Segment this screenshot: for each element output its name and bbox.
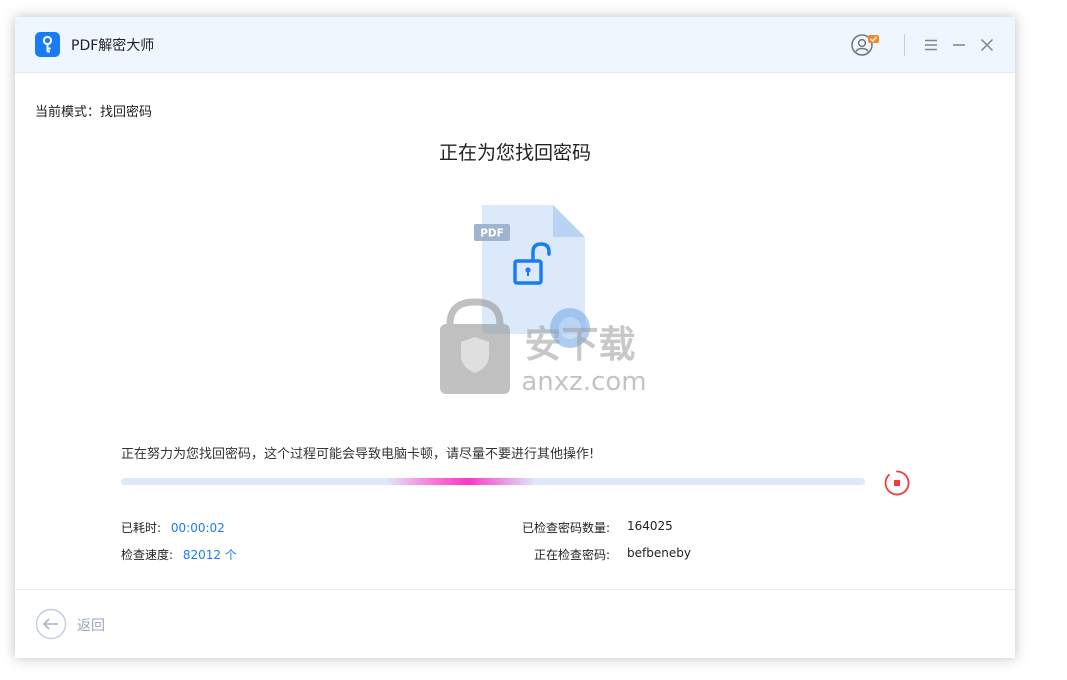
app-window: PDF解密大师 当前模式：找回密码 正在为您找回密码 PDF 安下载 anxz.… (15, 17, 1015, 658)
title-bar: PDF解密大师 (15, 17, 1015, 73)
minimize-icon[interactable] (950, 36, 968, 54)
page-heading: 正在为您找回密码 (438, 142, 591, 164)
app-title: PDF解密大师 (71, 38, 155, 54)
watermark-domain: anxz.com (521, 367, 646, 397)
progress-bar (121, 478, 865, 485)
key-icon (35, 32, 60, 57)
menu-icon[interactable] (922, 36, 940, 54)
checked-count-value: 164025 (627, 519, 673, 533)
progress-message: 正在努力为您找回密码，这个过程可能会导致电脑卡顿，请尽量不要进行其他操作! (121, 447, 595, 462)
speed-value: 82012 个 (182, 548, 237, 562)
current-mode: 当前模式：找回密码 (35, 101, 152, 120)
progress-indicator (386, 478, 536, 485)
elapsed-value: 00:00:02 (170, 521, 225, 535)
current-password-value: befbeneby (627, 546, 691, 560)
title-bar-separator (904, 34, 905, 56)
close-icon[interactable] (978, 36, 996, 54)
footer-divider (15, 589, 1015, 590)
checked-count-label: 已检查密码数量: (521, 521, 610, 535)
elapsed-label: 已耗时: (121, 521, 162, 535)
check-speed: 检查速度: 82012 个 (121, 546, 237, 563)
current-password-label: 正在检查密码: (533, 548, 610, 562)
pdf-file-tag: PDF (480, 228, 504, 240)
watermark-brand: 安下载 (525, 323, 636, 366)
speed-label: 检查速度: (121, 548, 174, 562)
back-button[interactable]: 返回 (77, 615, 105, 635)
user-account-icon[interactable] (851, 33, 879, 57)
mode-label: 当前模式： (35, 105, 101, 120)
mode-value: 找回密码 (100, 105, 153, 120)
elapsed-time: 已耗时: 00:00:02 (121, 519, 225, 536)
stop-icon[interactable] (884, 470, 910, 496)
back-arrow-icon[interactable] (35, 608, 67, 640)
pdf-unlock-illustration: PDF 安下载 anxz.com (420, 200, 650, 400)
